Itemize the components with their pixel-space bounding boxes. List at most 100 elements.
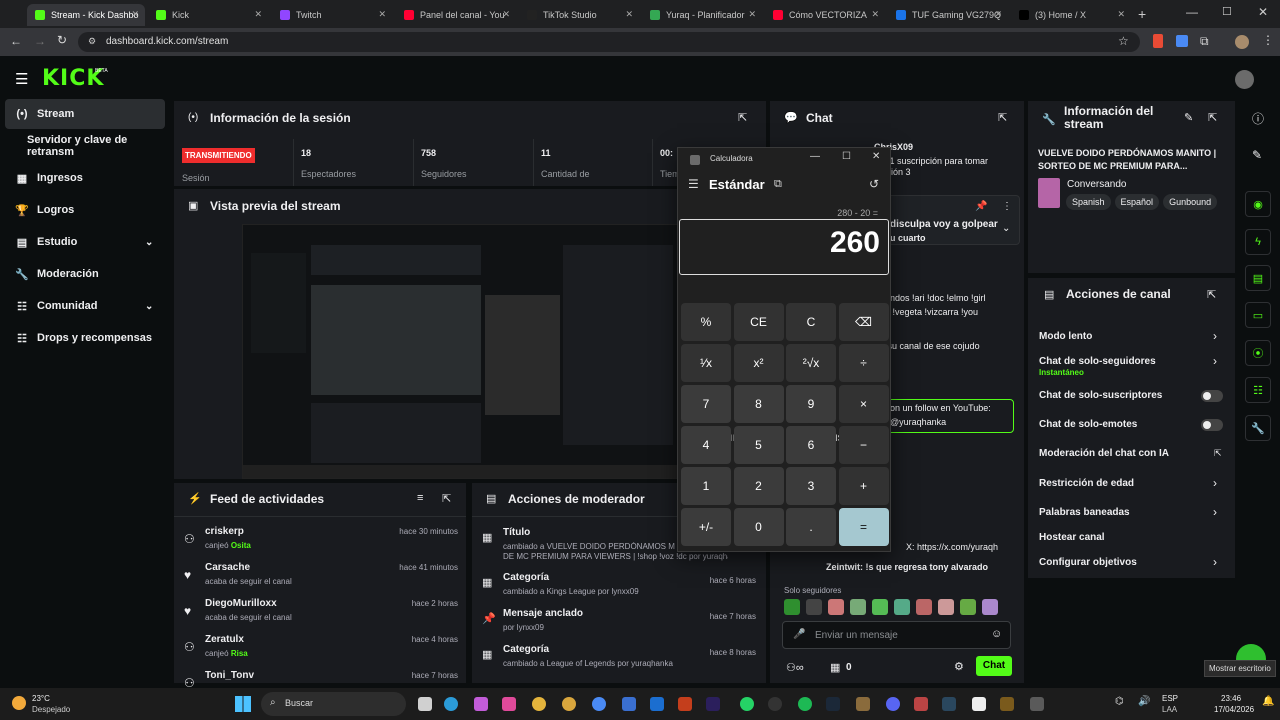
filter-icon[interactable]: ≡ <box>417 492 423 504</box>
calc-key[interactable]: x² <box>733 344 784 382</box>
sidebar-item-drops[interactable]: ☷ Drops y recompensas <box>5 323 165 353</box>
emote-4[interactable] <box>850 599 866 615</box>
feed-popout-icon[interactable]: ⇱ <box>442 492 451 505</box>
notifications-icon[interactable]: 🔔 <box>1262 696 1274 707</box>
extension-icon[interactable] <box>1153 34 1163 48</box>
language-code[interactable]: ESP <box>1162 694 1178 703</box>
stream-tag[interactable]: Español <box>1114 194 1160 210</box>
calc-key[interactable]: = <box>838 508 889 546</box>
calc-key[interactable]: − <box>838 426 889 464</box>
calc-key[interactable]: 5 <box>733 426 784 464</box>
chat-settings-icon[interactable]: ⚙ <box>954 660 964 673</box>
taskbar-app-steam-2[interactable] <box>942 697 956 711</box>
calc-key[interactable]: +/- <box>681 508 731 546</box>
rail-bolt-icon[interactable]: ϟ <box>1245 229 1271 255</box>
calc-key[interactable]: + <box>838 467 889 505</box>
taskbar-app-discord[interactable] <box>886 697 900 711</box>
calc-menu-icon[interactable]: ☰ <box>688 177 699 191</box>
rail-wrench-icon[interactable]: 🔧 <box>1245 415 1271 441</box>
taskbar-app-chrome-2[interactable] <box>562 697 576 711</box>
sidebar-item-stream[interactable]: (•) Stream <box>5 99 165 129</box>
calc-key[interactable]: 1 <box>681 467 731 505</box>
edit-icon[interactable]: ✎ <box>1184 111 1193 124</box>
close-window-button[interactable]: ✕ <box>1258 5 1268 19</box>
chevron-right-icon[interactable]: › <box>1213 555 1217 569</box>
emote-1[interactable] <box>784 599 800 615</box>
rail-document-icon[interactable]: ▤ <box>1245 265 1271 291</box>
taskbar-app-edge[interactable] <box>444 697 458 711</box>
calc-key[interactable]: . <box>786 508 836 546</box>
browser-menu-icon[interactable]: ⋮ <box>1262 33 1274 47</box>
taskbar-app-spotify[interactable] <box>798 697 812 711</box>
taskbar-app-media[interactable] <box>502 697 516 711</box>
send-chat-button[interactable]: Chat <box>976 656 1012 676</box>
feed-user[interactable]: Carsache <box>205 562 250 573</box>
channel-action-item[interactable]: Modo lento <box>1039 331 1224 342</box>
feed-user[interactable]: criskerp <box>205 526 244 537</box>
browser-tab[interactable]: Twitch ✕ <box>272 4 392 26</box>
calc-key[interactable]: ÷ <box>838 344 889 382</box>
rail-edit-icon[interactable]: ✎ <box>1252 148 1262 162</box>
chat-popout-icon[interactable]: ⇱ <box>998 111 1007 124</box>
mic-icon[interactable]: 🎤 <box>793 629 805 640</box>
start-button[interactable] <box>235 696 251 712</box>
external-link-icon[interactable]: ⇱ <box>1214 448 1222 459</box>
hamburger-menu-icon[interactable]: ☰ <box>15 70 28 88</box>
sidebar-item-achievements[interactable]: 🏆 Logros <box>5 195 165 225</box>
calc-key[interactable]: CE <box>733 303 784 341</box>
weather-icon[interactable] <box>12 696 26 710</box>
taskbar-app-obs[interactable] <box>768 697 782 711</box>
taskbar-app-premiere[interactable] <box>706 697 720 711</box>
calc-close-button[interactable]: ✕ <box>872 151 880 162</box>
sidebar-item-moderation[interactable]: 🔧 Moderación <box>5 259 165 289</box>
emote-8[interactable] <box>938 599 954 615</box>
extensions-puzzle-icon[interactable]: ⧉ <box>1200 34 1209 49</box>
keep-on-top-icon[interactable]: ⧉ <box>774 178 782 191</box>
tab-close-icon[interactable]: ✕ <box>1117 9 1125 20</box>
rail-camera-icon[interactable]: ◉ <box>1245 191 1271 217</box>
taskbar-app-chrome-3[interactable] <box>592 697 606 711</box>
sidebar-item-studio[interactable]: ▤ Estudio ⌄ <box>5 227 165 257</box>
calc-key[interactable]: 9 <box>786 385 836 423</box>
forward-icon[interactable]: → <box>34 34 46 48</box>
calc-maximize-button[interactable]: ☐ <box>842 151 851 162</box>
info-popout-icon[interactable]: ⇱ <box>1208 111 1217 124</box>
pinned-expand-icon[interactable]: ⌄ <box>1002 223 1010 234</box>
sidebar-item-server-key[interactable]: Servidor y clave de retransm <box>5 131 165 161</box>
calc-key[interactable]: 3 <box>786 467 836 505</box>
profile-avatar[interactable] <box>1235 35 1249 49</box>
emote-2[interactable] <box>806 599 822 615</box>
feed-user[interactable]: Zeratulx <box>205 634 244 645</box>
clock-time[interactable]: 23:46 <box>1221 694 1241 703</box>
calc-key[interactable]: ¹⁄x <box>681 344 731 382</box>
channel-action-item[interactable]: Chat de solo-suscriptores <box>1039 390 1224 401</box>
channel-action-item[interactable]: Moderación del chat con IA <box>1039 448 1224 459</box>
taskbar-app-game[interactable] <box>856 697 870 711</box>
maximize-window-button[interactable]: ☐ <box>1222 5 1232 18</box>
taskbar-search[interactable]: ⌕ Buscar <box>261 692 406 716</box>
tab-close-icon[interactable]: ✕ <box>502 9 510 20</box>
channel-popout-icon[interactable]: ⇱ <box>1207 288 1216 301</box>
tab-close-icon[interactable]: ✕ <box>131 9 139 20</box>
emote-7[interactable] <box>916 599 932 615</box>
chat-input[interactable]: 🎤 Enviar un mensaje ☺ <box>782 621 1011 649</box>
tab-close-icon[interactable]: ✕ <box>871 9 879 20</box>
calc-minimize-button[interactable]: — <box>810 151 820 162</box>
calc-key[interactable]: 2 <box>733 467 784 505</box>
rail-chat-icon[interactable]: ▭ <box>1245 302 1271 328</box>
feed-user[interactable]: Toni_Tonv <box>205 670 254 681</box>
calc-key[interactable]: 6 <box>786 426 836 464</box>
channel-action-item[interactable]: Chat de solo-seguidores <box>1039 356 1224 367</box>
calc-key[interactable]: ²√x <box>786 344 836 382</box>
chevron-right-icon[interactable]: › <box>1213 505 1217 519</box>
site-info-icon[interactable]: ⚙ <box>88 36 96 47</box>
calc-key[interactable]: ⌫ <box>838 303 889 341</box>
calc-key[interactable]: 4 <box>681 426 731 464</box>
browser-tab[interactable]: Panel del canal - You ✕ <box>396 4 516 26</box>
feed-user[interactable]: DiegoMurilloxx <box>205 598 277 609</box>
url-input[interactable]: dashboard.kick.com/stream <box>78 32 1140 52</box>
history-icon[interactable]: ↺ <box>869 177 879 191</box>
taskbar-app-audio[interactable] <box>914 697 928 711</box>
browser-tab[interactable]: Stream - Kick Dashbo ✕ <box>27 4 145 26</box>
stream-preview-video[interactable] <box>242 224 682 479</box>
